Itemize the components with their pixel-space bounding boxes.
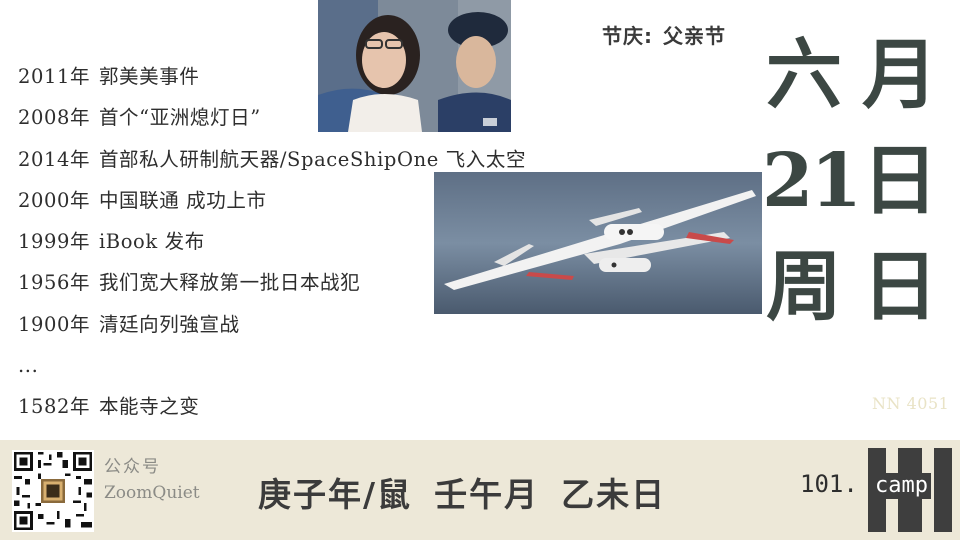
event-text: ...	[18, 354, 39, 378]
event-text: 清廷向列強宣战	[98, 312, 240, 336]
brand-number: 101.	[800, 470, 858, 498]
weekday: 日	[862, 242, 938, 331]
festival: 节庆: 父亲节	[602, 20, 726, 49]
festival-name: 父亲节	[663, 24, 726, 48]
ganzhi-month: 壬午月	[434, 475, 540, 514]
gzh-name: ZoomQuiet	[104, 483, 200, 503]
event-year: 2008年	[18, 106, 91, 130]
event-year: 2014年	[18, 147, 91, 171]
event-year: 2000年	[18, 188, 91, 212]
ganzhi-day: 乙未日	[561, 475, 667, 514]
event-year: 1956年	[18, 271, 91, 295]
gzh-label: 公众号	[104, 457, 161, 477]
event-text: 中国联通 成功上市	[98, 188, 267, 212]
event-item: 1582年 本能寺之变	[18, 392, 618, 433]
event-year: 2011年	[18, 65, 91, 88]
ganzhi-date: 庚子年/鼠 壬午月 乙未日	[258, 468, 666, 516]
ganzhi-year: 庚子年/鼠	[258, 475, 413, 514]
event-item: 1900年 清廷向列強宣战	[18, 310, 618, 351]
event-text: 首部私人研制航天器/SpaceShipOne 飞入太空	[98, 147, 527, 171]
event-year: 1582年	[18, 395, 91, 419]
portrait-photo	[318, 0, 511, 132]
event-text: 郭美美事件	[98, 65, 200, 88]
month-char: 月	[862, 30, 938, 119]
qr-code-icon[interactable]	[12, 450, 94, 532]
week-label: 周	[766, 242, 842, 331]
festival-label: 节庆:	[602, 24, 653, 48]
event-year: 1900年	[18, 312, 91, 336]
spaceship-photo	[434, 172, 762, 314]
day-number: 21	[762, 138, 862, 224]
event-year: 1999年	[18, 230, 91, 254]
big-date: 六 月 21 日 周 日	[762, 22, 952, 340]
watermark: NN 4051	[872, 394, 950, 413]
event-text: 首个“亚洲熄灯日”	[98, 106, 261, 130]
footer-bar: 公众号 ZoomQuiet 庚子年/鼠 壬午月 乙未日 101. camp	[0, 440, 960, 540]
event-text: iBook 发布	[98, 230, 205, 254]
event-text: 本能寺之变	[98, 395, 200, 419]
official-account: 公众号 ZoomQuiet	[104, 452, 200, 503]
event-text: 我们宽大释放第一批日本战犯	[98, 271, 361, 295]
brand-camp: camp	[872, 473, 931, 499]
month-number: 六	[766, 30, 842, 119]
event-ellipsis: ...	[18, 351, 618, 392]
day-char: 日	[862, 136, 938, 225]
